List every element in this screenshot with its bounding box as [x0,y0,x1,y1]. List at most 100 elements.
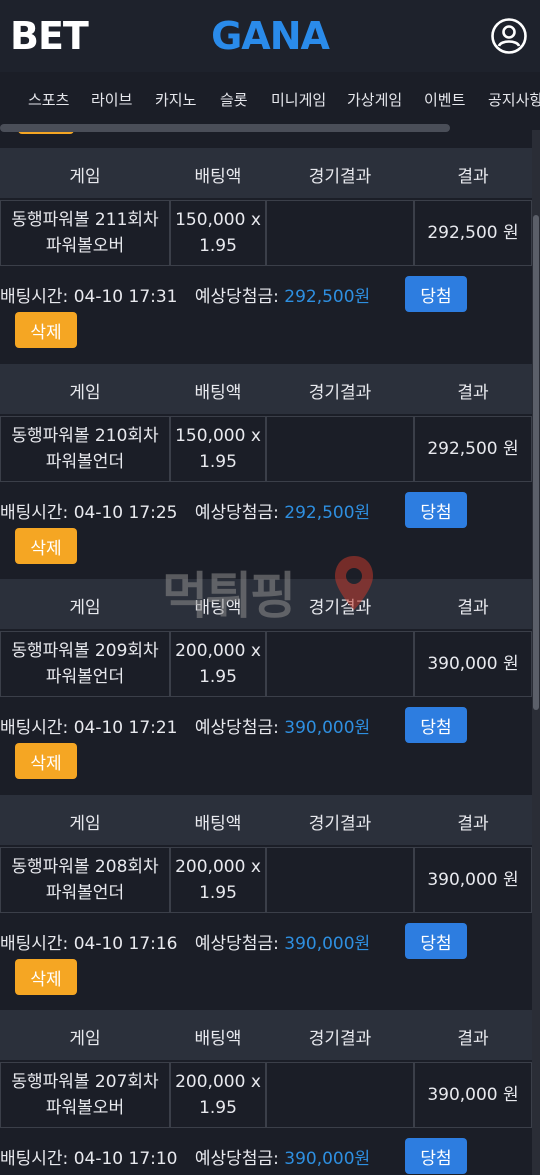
bet-odds: 1.95 [199,452,237,472]
header-game: 게임 [69,814,101,834]
delete-button[interactable]: 삭제 [15,743,77,779]
page-scrollbar-thumb[interactable] [533,215,539,710]
result-cell: 390,000 원 [414,1062,532,1128]
amount-cell: 150,000 x 1.95 [170,416,266,482]
match-result-cell [266,847,414,913]
bet-time-value: 04-10 17:25 [73,503,178,523]
game-name: 동행파워볼 208회차 [11,857,159,877]
header-match-result: 경기결과 [308,814,372,834]
header-amount: 배팅액 [194,814,242,834]
game-name: 동행파워볼 210회차 [11,426,159,446]
nav-item-notice[interactable]: 공지사항 [488,89,540,110]
expected-win-label: 예상당첨금: [194,934,279,954]
bet-time-value: 04-10 17:10 [73,1149,178,1169]
delete-button[interactable]: 삭제 [15,959,77,995]
game-name: 동행파워볼 209회차 [11,641,159,661]
nav-item-minigame[interactable]: 미니게임 [271,89,326,110]
user-circle-icon[interactable] [490,17,528,55]
win-status-button[interactable]: 당첨 [405,923,467,959]
table-row: 동행파워볼 207회차파워볼오버 200,000 x 1.95 390,000 원 [0,1062,532,1130]
game-pick: 파워볼언더 [45,883,125,903]
bet-time-label: 배팅시간: [0,503,69,523]
header-match-result: 경기결과 [308,598,372,618]
bet-info: 배팅시간: 04-10 17:10 예상당첨금: 390,000원 당첨 [0,1130,532,1175]
header-amount: 배팅액 [194,383,242,403]
nav-item-slot[interactable]: 슬롯 [220,89,248,110]
result-cell: 390,000 원 [414,847,532,913]
bet-info: 배팅시간: 04-10 17:16 예상당첨금: 390,000원 당첨 삭제 [0,915,532,1007]
bet-info: 배팅시간: 04-10 17:21 예상당첨금: 390,000원 당첨 삭제 [0,699,532,791]
expected-win-value: 390,000원 [284,1149,371,1169]
win-status-button[interactable]: 당첨 [405,492,467,528]
match-result-cell [266,200,414,266]
bet-info: 배팅시간: 04-10 17:31 예상당첨금: 292,500원 당첨 삭제 [0,268,532,360]
result-cell: 292,500 원 [414,200,532,266]
bet-amount: 150,000 x [175,426,261,446]
game-name: 동행파워볼 207회차 [11,1072,159,1092]
page: GANA BET 스포츠 라이브 카지노 슬롯 미니게임 가상게임 이벤트 공지사… [0,0,540,1175]
top-header: GANA BET [0,0,540,72]
game-pick: 파워볼오버 [45,236,125,256]
header-match-result: 경기결과 [308,383,372,403]
header-result: 결과 [457,814,489,834]
bet-info: 배팅시간: 04-10 17:25 예상당첨금: 292,500원 당첨 삭제 [0,484,532,576]
win-status-button[interactable]: 당첨 [405,276,467,312]
game-cell: 동행파워볼 208회차파워볼언더 [0,847,170,913]
win-status-button[interactable]: 당첨 [405,1138,467,1174]
game-pick: 파워볼언더 [45,667,125,687]
header-match-result: 경기결과 [308,167,372,187]
delete-button[interactable]: 삭제 [15,528,77,564]
amount-cell: 200,000 x 1.95 [170,631,266,697]
bet-time-line: 배팅시간: 04-10 17:25 예상당첨금: 292,500원 [0,498,370,523]
delete-button[interactable]: 삭제 [15,312,77,348]
table-row: 동행파워볼 209회차파워볼언더 200,000 x 1.95 390,000 원 [0,631,532,699]
nav-item-virtual[interactable]: 가상게임 [347,89,402,110]
game-cell: 동행파워볼 211회차파워볼오버 [0,200,170,266]
nav-scrollbar[interactable] [0,124,450,132]
bet-time-line: 배팅시간: 04-10 17:21 예상당첨금: 390,000원 [0,713,370,738]
bet-time-label: 배팅시간: [0,718,69,738]
game-pick: 파워볼오버 [45,1098,125,1118]
table-header: 게임 배팅액 경기결과 결과 [0,364,532,414]
result-cell: 390,000 원 [414,631,532,697]
header-result: 결과 [457,167,489,187]
logo-text-bet: BET [10,14,89,58]
bet-time-value: 04-10 17:21 [73,718,178,738]
expected-win-value: 390,000원 [284,934,371,954]
table-header: 게임 배팅액 경기결과 결과 [0,148,532,198]
expected-win-value: 292,500원 [284,287,371,307]
nav-item-sports[interactable]: 스포츠 [28,89,69,110]
table-row: 동행파워볼 210회차 파워볼언더 150,000 x 1.95 292,500 원 [0,416,532,484]
nav-item-event[interactable]: 이벤트 [424,89,465,110]
bet-odds: 1.95 [199,236,237,256]
header-amount: 배팅액 [194,1029,242,1049]
game-name: 동행파워볼 211회차 [11,210,159,230]
bet-time-label: 배팅시간: [0,1149,69,1169]
bet-amount: 200,000 x [175,1072,261,1092]
header-game: 게임 [69,598,101,618]
header-amount: 배팅액 [194,598,242,618]
bet-time-line: 배팅시간: 04-10 17:16 예상당첨금: 390,000원 [0,929,370,954]
win-status-button[interactable]: 당첨 [405,707,467,743]
header-game: 게임 [69,1029,101,1049]
expected-win-label: 예상당첨금: [194,1149,279,1169]
expected-win-value: 292,500원 [284,503,371,523]
nav-item-live[interactable]: 라이브 [91,89,132,110]
bet-time-label: 배팅시간: [0,287,69,307]
bet-time-value: 04-10 17:31 [73,287,178,307]
expected-win-label: 예상당첨금: [194,718,279,738]
expected-win-value: 390,000원 [284,718,371,738]
bet-time-label: 배팅시간: [0,934,69,954]
amount-cell: 200,000 x 1.95 [170,1062,266,1128]
table-header: 게임 배팅액 경기결과 결과 [0,579,532,629]
header-game: 게임 [69,383,101,403]
bet-amount: 200,000 x [175,857,261,877]
game-cell: 동행파워볼 209회차파워볼언더 [0,631,170,697]
amount-cell: 150,000 x 1.95 [170,200,266,266]
bet-odds: 1.95 [199,667,237,687]
game-cell: 동행파워볼 207회차파워볼오버 [0,1062,170,1128]
nav-item-casino[interactable]: 카지노 [155,89,196,110]
header-game: 게임 [69,167,101,187]
site-logo[interactable]: GANA BET [10,17,330,55]
bet-odds: 1.95 [199,1098,237,1118]
